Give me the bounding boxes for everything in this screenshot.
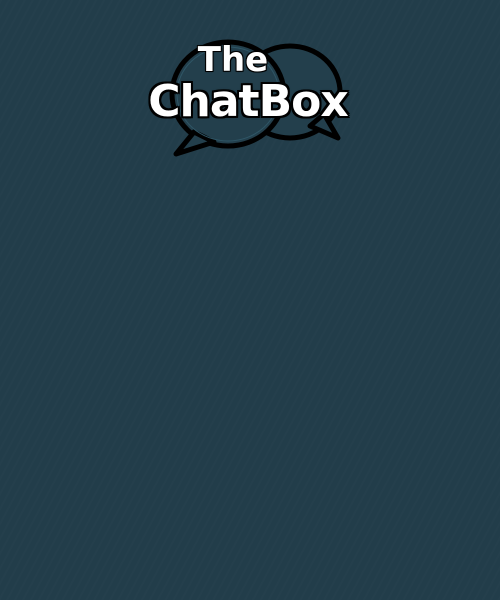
logo-text-the: The <box>197 40 269 80</box>
app-logo: The ChatBox <box>128 30 368 162</box>
app-background: The ChatBox <box>0 0 500 600</box>
logo-text-chatbox: ChatBox <box>148 76 349 127</box>
